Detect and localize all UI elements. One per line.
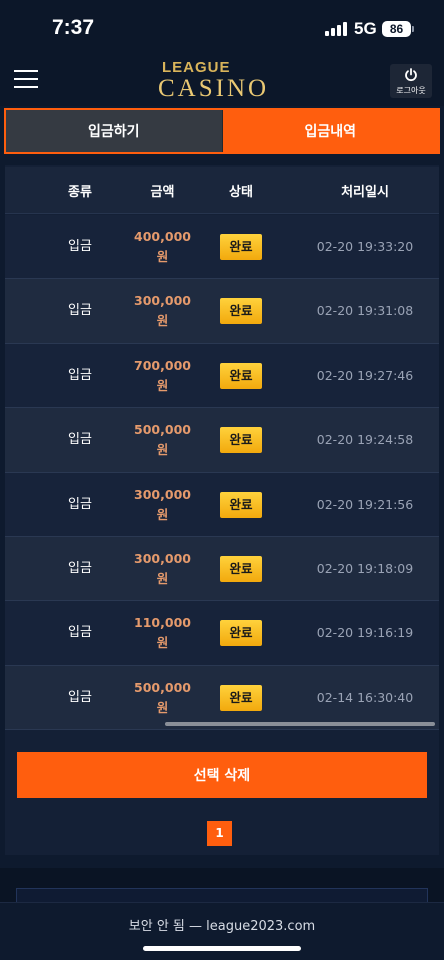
home-indicator bbox=[143, 946, 301, 951]
browser-address-bar[interactable]: 보안 안 됨 — league2023.com bbox=[0, 902, 444, 960]
app-header: LEAGUE CASINO 로그아웃 bbox=[0, 56, 444, 106]
power-icon bbox=[405, 68, 417, 82]
row-date: 02-20 19:24:58 bbox=[316, 432, 414, 448]
status-badge: 완료 bbox=[220, 620, 262, 647]
tab-deposit-history[interactable]: 입금내역 bbox=[222, 110, 438, 152]
table-row[interactable]: 입금 500,000 원 완료 02-20 19:24:58 bbox=[5, 408, 439, 473]
row-amount: 300,000 원 bbox=[134, 550, 191, 586]
table-row[interactable]: 입금 300,000 원 완료 02-20 19:18:09 bbox=[5, 536, 439, 602]
row-date: 02-14 16:30:40 bbox=[316, 689, 414, 705]
row-amount: 300,000 원 bbox=[134, 486, 191, 522]
row-type: 입금 bbox=[68, 432, 92, 448]
deposit-tabs: 입금하기 입금내역 bbox=[4, 108, 440, 154]
status-time: 7:37 bbox=[52, 16, 95, 39]
row-amount: 500,000 원 bbox=[134, 679, 191, 715]
network-type: 5G bbox=[354, 19, 377, 38]
row-type: 입금 bbox=[68, 560, 92, 576]
row-date: 02-20 19:16:19 bbox=[316, 625, 414, 641]
status-badge: 완료 bbox=[220, 234, 262, 260]
status-badge: 완료 bbox=[220, 491, 262, 518]
row-date: 02-20 19:33:20 bbox=[316, 239, 414, 254]
row-type: 입금 bbox=[68, 239, 92, 254]
table-row[interactable]: 입금 500,000 원 완료 02-14 16:30:40 bbox=[5, 665, 439, 731]
pagination-page-1[interactable]: 1 bbox=[207, 821, 232, 846]
row-type: 입금 bbox=[68, 367, 92, 383]
table-row[interactable]: 입금 300,000 원 완료 02-20 19:31:08 bbox=[5, 279, 439, 344]
status-bar: 7:37 5G 86 bbox=[0, 0, 444, 56]
status-badge: 완료 bbox=[220, 298, 262, 325]
table-body: 입금 400,000 원 완료 02-20 19:33:20 입금 300,000… bbox=[5, 215, 439, 731]
row-date: 02-20 19:21:56 bbox=[316, 496, 414, 512]
column-header-date: 처리일시 bbox=[341, 184, 389, 200]
row-type: 입금 bbox=[68, 496, 92, 512]
deposit-history-panel: 종류 금액 상태 처리일시 입금 400,000 원 완료 02-20 19:33… bbox=[5, 165, 439, 855]
status-badge: 완료 bbox=[220, 555, 262, 582]
row-date: 02-20 19:18:09 bbox=[316, 560, 414, 576]
hamburger-menu-icon[interactable] bbox=[14, 69, 38, 89]
row-amount: 700,000 원 bbox=[134, 357, 191, 393]
logout-button[interactable]: 로그아웃 bbox=[390, 64, 432, 98]
row-amount: 110,000 원 bbox=[134, 615, 191, 651]
status-badge: 완료 bbox=[220, 684, 262, 711]
row-amount: 500,000 원 bbox=[134, 422, 191, 458]
table-row[interactable]: 입금 110,000 원 완료 02-20 19:16:19 bbox=[5, 601, 439, 666]
logout-label: 로그아웃 bbox=[396, 86, 426, 95]
column-header-status: 상태 bbox=[229, 184, 253, 200]
delete-selected-button[interactable]: 선택 삭제 bbox=[17, 752, 427, 798]
table-row[interactable]: 입금 700,000 원 완료 02-20 19:27:46 bbox=[5, 343, 439, 409]
horizontal-scrollbar[interactable] bbox=[165, 722, 435, 726]
status-badge: 완료 bbox=[220, 427, 262, 454]
status-badge: 완료 bbox=[220, 362, 262, 389]
address-text[interactable]: 보안 안 됨 — league2023.com bbox=[0, 915, 444, 934]
battery-icon: 86 bbox=[382, 21, 414, 37]
logo-league-text: LEAGUE bbox=[162, 59, 231, 76]
column-header-amount: 금액 bbox=[150, 184, 175, 200]
row-date: 02-20 19:31:08 bbox=[316, 303, 414, 319]
column-header-type: 종류 bbox=[68, 184, 92, 200]
cellular-signal-icon bbox=[325, 22, 347, 36]
table-row[interactable]: 입금 300,000 원 완료 02-20 19:21:56 bbox=[5, 472, 439, 537]
row-amount: 300,000 원 bbox=[134, 293, 191, 329]
row-date: 02-20 19:27:46 bbox=[316, 367, 414, 383]
table-header: 종류 금액 상태 처리일시 bbox=[5, 167, 439, 214]
row-type: 입금 bbox=[68, 689, 92, 705]
logo-casino-text: CASINO bbox=[158, 75, 270, 102]
row-type: 입금 bbox=[68, 303, 92, 319]
tab-deposit[interactable]: 입금하기 bbox=[6, 110, 223, 152]
league-casino-logo[interactable]: LEAGUE CASINO bbox=[150, 59, 294, 103]
table-row[interactable]: 입금 400,000 원 완료 02-20 19:33:20 bbox=[5, 215, 439, 280]
row-type: 입금 bbox=[68, 625, 92, 641]
row-amount: 400,000 원 bbox=[134, 229, 191, 264]
